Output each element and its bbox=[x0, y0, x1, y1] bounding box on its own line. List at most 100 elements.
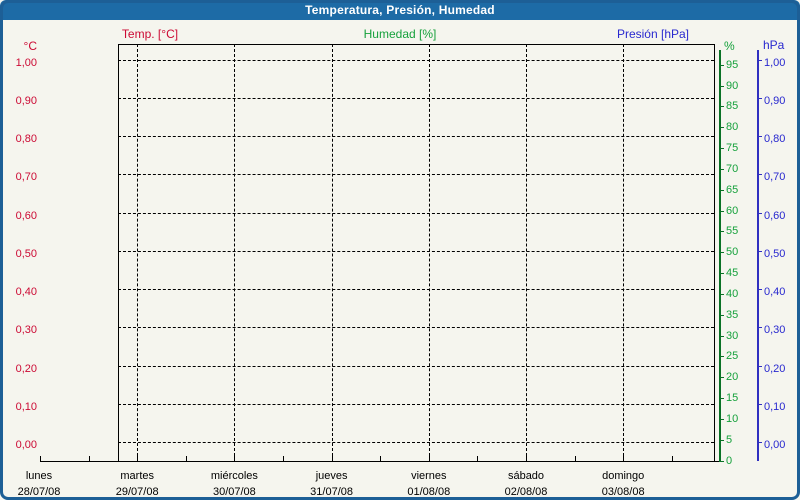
humidity-tick-label: 45 bbox=[726, 267, 739, 280]
x-axis-tick bbox=[40, 456, 41, 461]
temp-tick-label: 0,80 bbox=[15, 133, 37, 145]
pressure-tick bbox=[757, 59, 762, 61]
humidity-tick-label: 0 bbox=[726, 454, 733, 467]
x-axis-tick bbox=[88, 456, 90, 461]
x-date-label: 29/07/08 bbox=[115, 486, 159, 498]
humidity-tick bbox=[719, 85, 724, 87]
pressure-axis-line bbox=[757, 50, 759, 461]
temp-tick-label: 0,40 bbox=[15, 286, 37, 298]
humidity-tick-label: 20 bbox=[726, 371, 739, 384]
pressure-tick bbox=[757, 442, 762, 443]
humidity-tick-label: 90 bbox=[726, 79, 739, 92]
humidity-tick-label: 15 bbox=[726, 392, 739, 405]
x-date-label: 28/07/08 bbox=[17, 486, 61, 498]
x-axis-line bbox=[40, 461, 719, 462]
humidity-tick bbox=[719, 210, 724, 212]
h-gridline bbox=[118, 327, 714, 329]
temp-tick-label: 0,60 bbox=[15, 209, 37, 222]
legend-humidity: Humedad [%] bbox=[363, 27, 437, 41]
pressure-tick-label: 0,20 bbox=[764, 362, 786, 375]
chart-window: Temperatura, Presión, Humedad Temp. [°C]… bbox=[0, 0, 800, 500]
temp-tick-label: 0,90 bbox=[15, 94, 37, 107]
h-gridline bbox=[118, 136, 714, 137]
temp-tick-label: 0,20 bbox=[15, 362, 37, 375]
humidity-tick-label: 25 bbox=[726, 350, 739, 363]
humidity-tick-label: 50 bbox=[726, 246, 739, 259]
pressure-tick bbox=[757, 136, 762, 137]
x-day-label: viernes bbox=[411, 470, 447, 482]
pressure-tick-label: 0,10 bbox=[764, 400, 786, 413]
humidity-tick bbox=[719, 148, 724, 150]
h-gridline bbox=[118, 174, 714, 176]
x-date-label: 31/07/08 bbox=[310, 486, 353, 498]
pressure-tick-label: 0,70 bbox=[764, 171, 786, 184]
humidity-tick-label: 85 bbox=[726, 100, 739, 113]
plot-frame-top bbox=[118, 44, 714, 45]
x-axis-tick bbox=[671, 456, 673, 461]
x-axis-tick bbox=[331, 456, 333, 461]
humidity-axis-unit: % bbox=[724, 39, 735, 53]
legend-temperature: Temp. [°C] bbox=[121, 27, 179, 41]
legend-pressure: Presión [hPa] bbox=[616, 27, 690, 41]
pressure-tick-label: 0,60 bbox=[764, 209, 786, 222]
pressure-tick bbox=[757, 97, 762, 99]
h-gridline bbox=[118, 442, 714, 443]
humidity-tick bbox=[719, 64, 724, 66]
humidity-tick-label: 5 bbox=[726, 433, 733, 446]
humidity-tick-label: 35 bbox=[726, 308, 739, 321]
pressure-tick-label: 0,80 bbox=[764, 133, 786, 145]
pressure-tick-label: 0,00 bbox=[764, 439, 786, 451]
v-gridline bbox=[331, 44, 333, 461]
humidity-tick bbox=[719, 168, 724, 170]
temp-axis-unit: °C bbox=[23, 39, 37, 53]
x-date-label: 30/07/08 bbox=[212, 486, 256, 498]
temp-tick-label: 0,00 bbox=[15, 439, 37, 451]
pressure-tick-label: 0,40 bbox=[764, 286, 786, 298]
h-gridline bbox=[118, 97, 714, 99]
v-gridline bbox=[623, 44, 625, 461]
v-gridline bbox=[137, 44, 139, 461]
h-gridline bbox=[118, 365, 714, 367]
humidity-tick-label: 65 bbox=[726, 183, 739, 196]
humidity-tick bbox=[719, 335, 724, 337]
x-axis-tick bbox=[574, 456, 576, 461]
x-date-label: 02/08/08 bbox=[504, 486, 548, 498]
humidity-tick bbox=[719, 418, 724, 420]
pressure-tick bbox=[757, 289, 762, 290]
humidity-tick bbox=[719, 252, 724, 254]
pressure-tick-label: 0,50 bbox=[764, 247, 786, 260]
humidity-tick bbox=[719, 314, 724, 316]
x-day-label: martes bbox=[120, 470, 154, 482]
humidity-tick bbox=[719, 398, 724, 400]
v-gridline bbox=[428, 44, 430, 461]
pressure-tick bbox=[757, 174, 762, 176]
plot-frame-left bbox=[118, 44, 119, 461]
humidity-tick bbox=[719, 356, 724, 358]
humidity-tick bbox=[719, 377, 724, 379]
x-axis-tick bbox=[428, 456, 430, 461]
x-day-label: lunes bbox=[25, 470, 53, 482]
pressure-axis-unit: hPa bbox=[763, 38, 785, 52]
x-axis-tick bbox=[380, 456, 382, 461]
humidity-tick bbox=[719, 460, 724, 462]
x-day-label: sábado bbox=[507, 470, 545, 482]
temp-tick-label: 0,70 bbox=[15, 171, 37, 184]
h-gridline bbox=[118, 403, 714, 405]
temp-tick-label: 0,30 bbox=[15, 324, 37, 337]
pressure-tick bbox=[757, 327, 762, 329]
x-axis-tick bbox=[477, 456, 479, 461]
temp-tick-label: 1,00 bbox=[15, 56, 37, 69]
humidity-tick bbox=[719, 231, 724, 233]
x-axis-tick bbox=[185, 456, 187, 461]
plot-frame-right bbox=[714, 44, 715, 461]
x-axis-tick bbox=[234, 456, 236, 461]
x-axis-tick bbox=[526, 456, 527, 461]
pressure-tick bbox=[757, 365, 762, 367]
pressure-tick-label: 1,00 bbox=[764, 56, 786, 69]
v-gridline bbox=[526, 44, 527, 461]
humidity-tick-label: 55 bbox=[726, 225, 739, 238]
humidity-tick bbox=[719, 189, 724, 191]
pressure-tick bbox=[757, 212, 762, 214]
x-day-label: domingo bbox=[602, 470, 645, 482]
humidity-tick bbox=[719, 127, 724, 129]
